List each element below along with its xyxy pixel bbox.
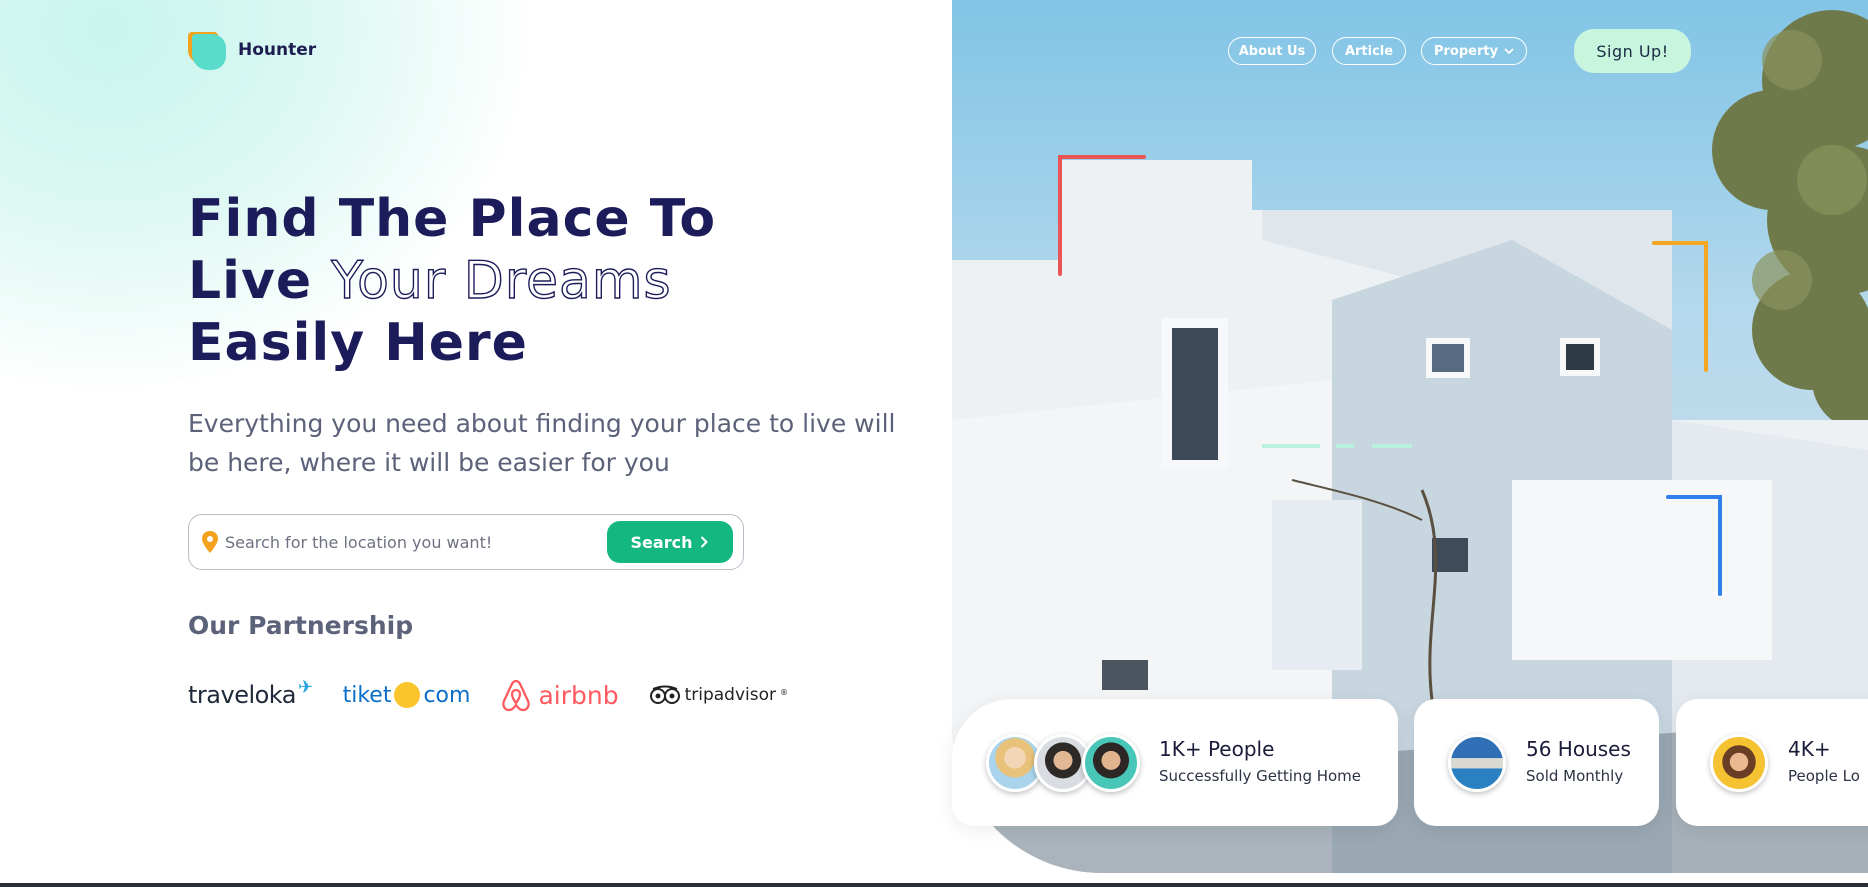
tiket-text: tiket [342, 682, 392, 708]
sign-up-label: Sign Up! [1596, 41, 1669, 61]
airbnb-logo-icon [502, 679, 531, 712]
tiket-com-text: com [423, 682, 471, 708]
stat-card-people: 1K+ People Successfully Getting Home [952, 699, 1398, 826]
nav-article[interactable]: Article [1332, 37, 1406, 65]
stat-people-value: 1K+ People [1159, 737, 1275, 761]
partnership-title: Our Partnership [188, 611, 414, 640]
traveloka-text: traveloka [188, 681, 297, 709]
nav-property-label: Property [1433, 43, 1499, 59]
nav-about-label: About Us [1238, 43, 1306, 59]
bottom-edge-bar [0, 883, 1868, 887]
partner-airbnb-logo[interactable]: airbnb [500, 678, 619, 712]
tripadvisor-owl-icon [649, 685, 680, 704]
nav-about-us[interactable]: About Us [1228, 37, 1316, 65]
stat-4k-value: 4K+ [1788, 737, 1831, 761]
nav-property-dropdown[interactable]: Property [1421, 37, 1527, 65]
tripadvisor-text: tripadvisor [684, 685, 777, 705]
registered-mark-icon: ® [780, 687, 789, 697]
hero-subtitle: Everything you need about finding your p… [188, 409, 896, 477]
partner-tripadvisor-logo[interactable]: tripadvisor ® [649, 685, 788, 705]
avatar-woman-yellow-bg [1710, 734, 1768, 792]
stat-houses-value: 56 Houses [1526, 737, 1631, 761]
search-bar: Search [188, 514, 744, 570]
avatar-man-teal-bg [1082, 734, 1140, 792]
location-pin-icon [202, 531, 218, 553]
stat-card-4k: 4K+ People Lo [1676, 699, 1868, 826]
partner-logos: traveloka ✈ tiket com airbnb tripadvisor… [188, 677, 788, 712]
search-button[interactable]: Search [607, 521, 733, 563]
nav-article-label: Article [1344, 43, 1394, 59]
stat-4k-label: People Lo [1788, 767, 1860, 785]
stat-people-label: Successfully Getting Home [1159, 767, 1362, 785]
hero-heading: Find The Place To Live Your Dreams Easil… [188, 188, 716, 374]
hero-line-2-outline: Your Dreams [331, 250, 672, 311]
sign-up-button[interactable]: Sign Up! [1574, 29, 1691, 73]
brand-logo[interactable]: Hounter [188, 30, 316, 70]
brand-name: Hounter [238, 40, 317, 60]
partner-tiket-logo[interactable]: tiket com [342, 682, 471, 708]
search-button-label: Search [630, 532, 693, 552]
hero-line-2-solid: Live [188, 251, 313, 311]
hero-line-1: Find The Place To [188, 189, 717, 249]
page: Hounter Find The Place To Live Your Drea… [0, 0, 1868, 887]
traveloka-bird-icon: ✈ [298, 677, 313, 698]
search-input[interactable] [225, 529, 585, 555]
house-thumbnail-image [1448, 734, 1506, 792]
hero-line-3: Easily Here [188, 313, 528, 373]
logo-icon [188, 30, 226, 70]
airbnb-text: airbnb [538, 680, 619, 710]
chevron-right-icon [701, 536, 709, 548]
stat-houses-label: Sold Monthly [1526, 767, 1624, 785]
tiket-dot-icon [394, 682, 421, 708]
stat-card-houses: 56 Houses Sold Monthly [1414, 699, 1659, 826]
partner-traveloka-logo[interactable]: traveloka ✈ [188, 677, 313, 709]
chevron-down-icon [1504, 48, 1514, 54]
